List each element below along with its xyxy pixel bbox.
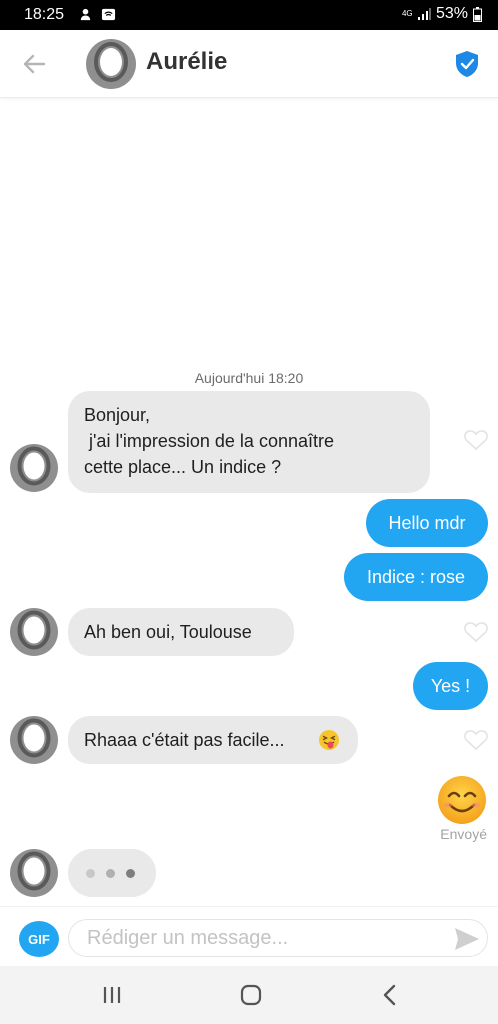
contact-name[interactable]: Aurélie xyxy=(146,48,227,76)
message-bubble-outgoing[interactable]: Yes ! xyxy=(413,662,488,710)
typing-dot xyxy=(126,869,135,878)
system-nav-bar xyxy=(0,966,498,1024)
typing-dot xyxy=(86,869,95,878)
status-bar: 18:25 4G 53% xyxy=(0,0,498,30)
back-arrow-icon[interactable] xyxy=(20,50,48,78)
tongue-wink-emoji-icon xyxy=(319,730,339,750)
battery-icon xyxy=(473,6,482,22)
safety-shield-icon[interactable] xyxy=(454,50,480,78)
message-bubble-incoming[interactable]: Rhaaa c'était pas facile... xyxy=(68,716,358,764)
like-heart-icon[interactable] xyxy=(463,620,489,644)
network-type: 4G xyxy=(401,9,413,18)
like-heart-icon[interactable] xyxy=(463,428,489,452)
message-text-line: j'ai l'impression de la connaître xyxy=(84,431,334,451)
avatar[interactable] xyxy=(10,444,58,492)
message-composer: GIF xyxy=(0,906,498,966)
notification-icon xyxy=(80,8,91,21)
status-time: 18:25 xyxy=(24,6,65,23)
avatar[interactable] xyxy=(10,608,58,656)
send-icon[interactable] xyxy=(453,926,481,952)
avatar[interactable] xyxy=(10,716,58,764)
chat-header: Aurélie xyxy=(0,30,498,98)
message-text: Rhaaa c'était pas facile... xyxy=(84,730,285,750)
typing-indicator xyxy=(68,849,156,897)
message-input[interactable] xyxy=(87,920,427,956)
recent-apps-icon[interactable] xyxy=(100,983,124,1007)
message-bubble-outgoing[interactable]: Hello mdr xyxy=(366,499,488,547)
avatar[interactable] xyxy=(10,849,58,897)
smiling-face-emoji-icon[interactable] xyxy=(436,774,488,826)
like-heart-icon[interactable] xyxy=(463,728,489,752)
message-bubble-incoming[interactable]: Ah ben oui, Toulouse xyxy=(68,608,294,656)
message-bubble-outgoing[interactable]: Indice : rose xyxy=(344,553,488,601)
signal-icon xyxy=(417,8,431,20)
message-input-container[interactable] xyxy=(68,919,488,957)
battery-percent: 53% xyxy=(435,5,468,22)
back-nav-icon[interactable] xyxy=(378,983,402,1007)
conversation-timestamp: Aujourd'hui 18:20 xyxy=(194,370,304,386)
message-bubble-incoming[interactable]: Bonjour, j'ai l'impression de la connaît… xyxy=(68,391,430,493)
message-text-line: Bonjour, xyxy=(84,405,151,425)
message-text-line: cette place... Un indice ? xyxy=(84,457,282,477)
typing-dot xyxy=(106,869,115,878)
message-status: Envoyé xyxy=(440,826,487,842)
app-notification-icon xyxy=(101,8,116,21)
header-avatar[interactable] xyxy=(86,39,136,89)
gif-button[interactable]: GIF xyxy=(19,921,59,957)
home-icon[interactable] xyxy=(239,983,263,1007)
